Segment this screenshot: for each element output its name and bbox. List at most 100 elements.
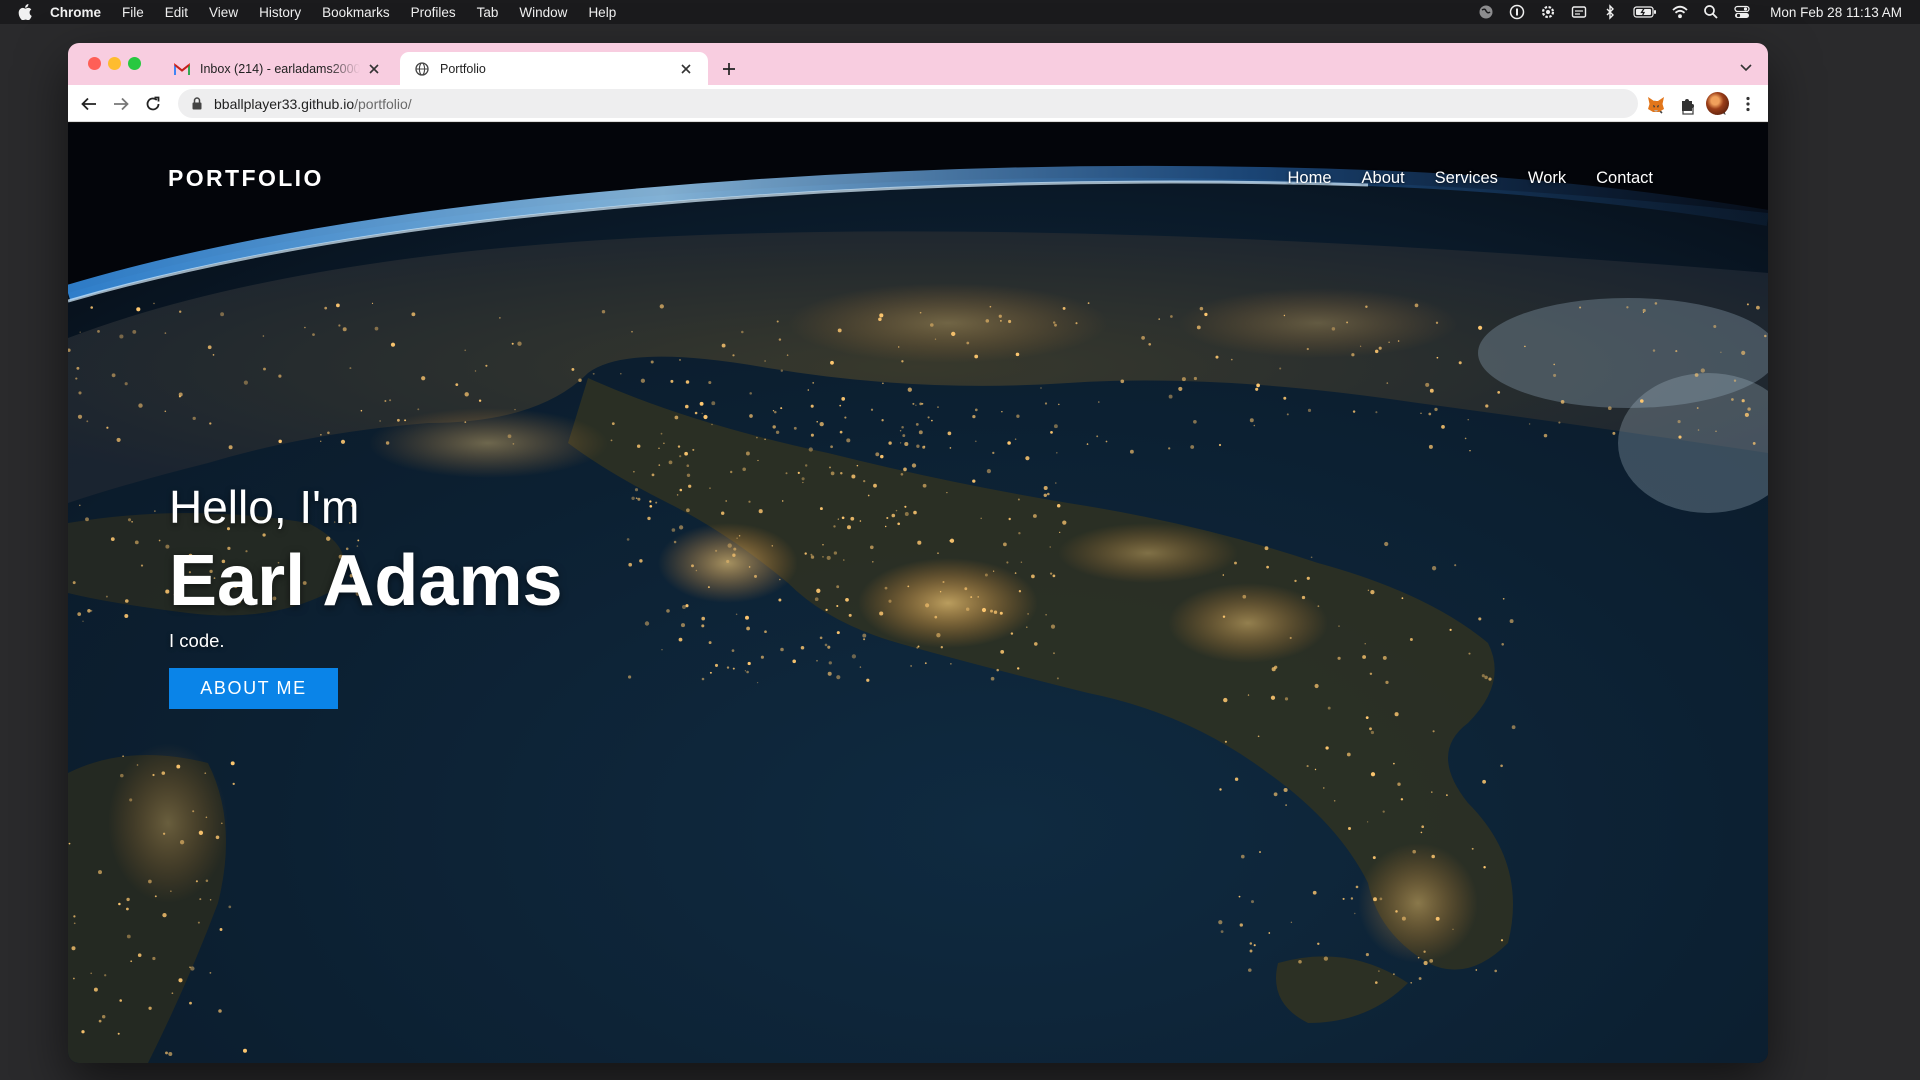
city-light (349, 367, 352, 370)
nav-link-services[interactable]: Services (1435, 169, 1498, 188)
city-light (708, 641, 712, 645)
apple-logo-icon[interactable] (14, 4, 36, 20)
city-light (659, 304, 664, 309)
city-light (974, 354, 979, 359)
city-light (1423, 961, 1428, 966)
menu-bookmarks[interactable]: Bookmarks (322, 5, 390, 20)
city-light (1467, 419, 1469, 421)
city-light (1020, 561, 1023, 563)
close-window-button[interactable] (88, 57, 101, 70)
city-light (780, 407, 783, 410)
city-light (916, 646, 919, 649)
site-logo[interactable]: PORTFOLIO (168, 165, 324, 192)
nav-link-about[interactable]: About (1362, 169, 1405, 188)
city-light (747, 661, 751, 666)
reload-icon[interactable] (143, 94, 163, 114)
screen-icon[interactable] (1571, 4, 1587, 20)
city-light (76, 366, 80, 370)
menu-view[interactable]: View (209, 5, 238, 20)
menu-app-chrome[interactable]: Chrome (50, 5, 101, 20)
city-light (1756, 305, 1760, 310)
battery-icon[interactable] (1633, 4, 1657, 20)
password-icon[interactable] (1509, 4, 1525, 20)
menu-file[interactable]: File (122, 5, 144, 20)
city-light (1193, 419, 1197, 424)
city-light (1223, 697, 1228, 703)
city-light (898, 346, 900, 348)
city-light (880, 454, 884, 459)
city-light (749, 414, 753, 418)
city-light (263, 367, 266, 371)
metamask-fox-icon[interactable] (1646, 94, 1666, 114)
nav-link-work[interactable]: Work (1528, 169, 1566, 188)
city-light (626, 538, 630, 541)
city-light (1375, 411, 1378, 414)
city-light (1431, 566, 1437, 571)
city-light (1015, 352, 1020, 357)
globe-icon[interactable] (1478, 4, 1494, 20)
close-tab-icon[interactable] (678, 61, 694, 77)
city-light (1049, 572, 1053, 575)
city-light (1286, 413, 1289, 416)
menu-help[interactable]: Help (588, 5, 616, 20)
city-light (701, 677, 705, 681)
bluetooth-icon[interactable] (1602, 4, 1618, 20)
city-light (1006, 561, 1009, 564)
city-light (1421, 825, 1425, 829)
city-light (940, 646, 943, 649)
city-light (989, 305, 992, 308)
lock-icon[interactable] (190, 97, 204, 111)
city-light (830, 445, 833, 449)
chevron-down-icon[interactable] (1738, 60, 1754, 76)
close-tab-icon[interactable] (366, 61, 382, 77)
city-light (628, 675, 632, 679)
forward-arrow-icon[interactable] (111, 94, 131, 114)
minimize-window-button[interactable] (108, 57, 121, 70)
city-light (671, 528, 676, 532)
fullscreen-window-button[interactable] (128, 57, 141, 70)
city-light (485, 364, 488, 367)
tab-gmail-inbox[interactable]: Inbox (214) - earladams2000@ (160, 52, 396, 85)
spotlight-search-icon[interactable] (1703, 4, 1719, 20)
menu-profiles[interactable]: Profiles (411, 5, 456, 20)
puzzle-extensions-icon[interactable] (1678, 94, 1698, 114)
menu-tab[interactable]: Tab (477, 5, 499, 20)
hero-greeting: Hello, I'm (169, 481, 360, 533)
city-light (1306, 576, 1310, 580)
city-light (1431, 854, 1435, 859)
city-light (78, 391, 82, 395)
new-tab-icon[interactable] (719, 59, 739, 79)
city-light (684, 451, 688, 456)
city-light (220, 822, 223, 825)
city-light (850, 516, 855, 521)
city-light (1253, 944, 1256, 947)
city-light (1062, 520, 1067, 525)
about-me-button[interactable]: ABOUT ME (169, 668, 338, 709)
profile-avatar[interactable] (1706, 92, 1729, 115)
city-light (189, 966, 191, 969)
menu-history[interactable]: History (259, 5, 301, 20)
nav-link-home[interactable]: Home (1288, 169, 1332, 188)
menu-bar-clock[interactable]: Mon Feb 28 11:13 AM (1770, 5, 1902, 20)
wifi-icon[interactable] (1672, 4, 1688, 20)
city-light (73, 977, 75, 980)
back-arrow-icon[interactable] (79, 94, 99, 114)
city-light (727, 543, 732, 548)
nav-link-contact[interactable]: Contact (1596, 169, 1653, 188)
tab-portfolio[interactable]: Portfolio (400, 52, 708, 85)
address-bar[interactable]: bballplayer33.github.io/portfolio/ (178, 89, 1728, 118)
city-light (884, 586, 888, 590)
city-light (919, 311, 922, 314)
control-center-icon[interactable] (1734, 4, 1750, 20)
city-light (85, 517, 89, 522)
menu-window[interactable]: Window (519, 5, 567, 20)
city-light (324, 306, 328, 310)
globe-icon (414, 61, 430, 77)
city-light (1222, 574, 1225, 576)
menu-edit[interactable]: Edit (165, 5, 188, 20)
city-light (1365, 953, 1369, 957)
city-light (904, 505, 907, 508)
city-light (1054, 323, 1057, 327)
more-menu-icon[interactable] (1738, 94, 1758, 114)
gear-badge-icon[interactable] (1540, 4, 1556, 20)
